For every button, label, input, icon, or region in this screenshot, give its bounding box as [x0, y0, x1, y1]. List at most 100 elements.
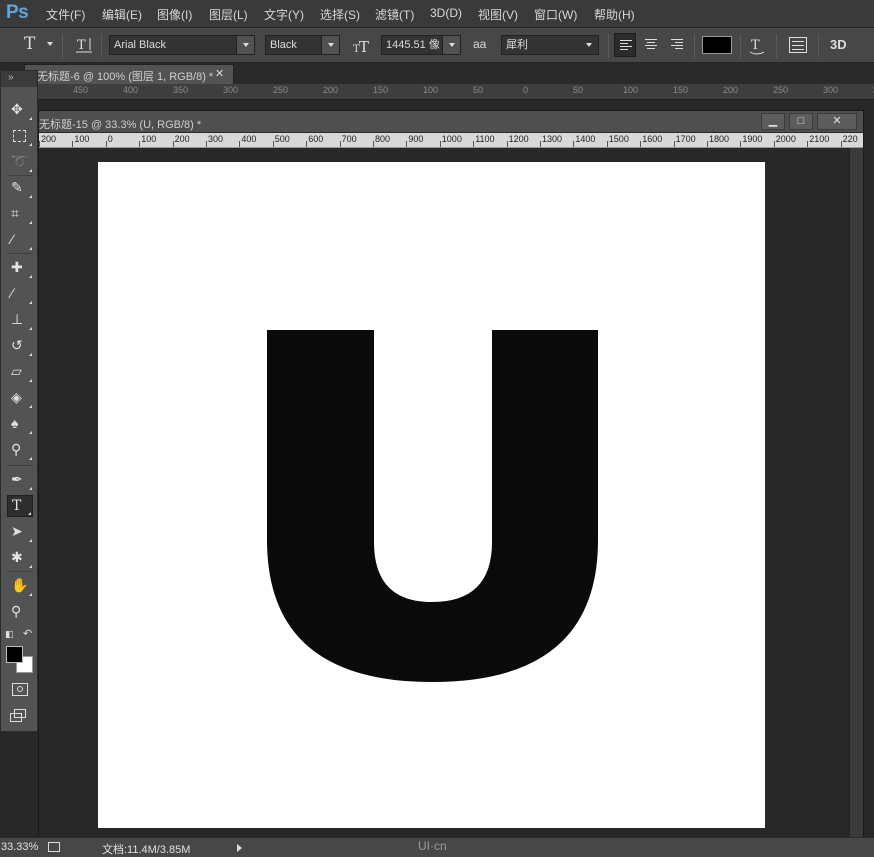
menu-edit[interactable]: 编辑(E): [102, 6, 142, 23]
move-tool[interactable]: ✥: [7, 99, 33, 121]
font-size-icon: TT: [352, 36, 374, 56]
menu-window[interactable]: 窗口(W): [534, 6, 577, 23]
align-center-button[interactable]: [640, 33, 662, 57]
ruler-tick: [840, 141, 842, 147]
healing-brush-tool[interactable]: ✚: [7, 257, 33, 279]
healing-brush-tool-icon: ✚: [11, 259, 23, 275]
ruler-tick: [72, 141, 74, 147]
document-canvas[interactable]: [98, 162, 765, 828]
type-tool[interactable]: T: [7, 495, 33, 517]
clone-stamp-tool-icon: ⊥: [11, 311, 24, 327]
minimize-button[interactable]: ▁: [761, 113, 785, 130]
align-right-icon: [671, 39, 683, 51]
zoom-level[interactable]: 33.33%: [1, 841, 38, 853]
text-orientation-icon[interactable]: T: [74, 35, 94, 55]
crop-tool[interactable]: ⌗: [7, 203, 33, 225]
zoom-tool[interactable]: ⚲: [7, 601, 33, 623]
ruler-label: 1900: [742, 134, 763, 144]
ruler-label: 600: [308, 134, 324, 144]
quick-select-tool[interactable]: ✎: [7, 177, 33, 199]
paint-bucket-tool[interactable]: ◈: [7, 387, 33, 409]
ruler-tick: [673, 141, 675, 147]
dodge-tool[interactable]: ⚲: [7, 439, 33, 461]
quick-mask-icon[interactable]: [12, 683, 28, 696]
warp-text-icon[interactable]: T: [747, 35, 767, 57]
path-select-tool-icon: ➤: [11, 523, 23, 539]
text-color-swatch[interactable]: [702, 36, 732, 54]
custom-shape-tool[interactable]: ✱: [7, 547, 33, 569]
default-colors-icon[interactable]: ◧: [5, 629, 14, 640]
swap-colors-icon[interactable]: ↶: [23, 627, 32, 640]
menu-file[interactable]: 文件(F): [46, 6, 85, 23]
chevron-down-icon: [442, 36, 460, 54]
type-tool-preset-icon[interactable]: T: [24, 34, 35, 54]
menu-help[interactable]: 帮助(H): [594, 6, 635, 23]
menu-layer[interactable]: 图层(L): [209, 6, 248, 23]
3d-button[interactable]: 3D: [830, 37, 847, 52]
document-title-bar[interactable]: 无标题-15 @ 33.3% (U, RGB/8) * ▁ □ ✕: [39, 111, 863, 133]
ruler-tick: [306, 141, 308, 147]
ruler-label: 150: [373, 85, 389, 95]
screen-mode-icon[interactable]: [10, 709, 28, 723]
menu-3d[interactable]: 3D(D): [430, 6, 462, 20]
export-icon[interactable]: [48, 842, 60, 852]
close-icon[interactable]: ✕: [215, 67, 224, 80]
ruler-label: 400: [241, 134, 257, 144]
marquee-tool-icon: [13, 130, 26, 142]
preset-caret-icon[interactable]: [47, 42, 53, 46]
eraser-tool[interactable]: ▱: [7, 361, 33, 383]
horizontal-ruler: 200 100 0 100 200 300 400 500 600 700 800 900 1000 11…: [39, 133, 863, 148]
divider: [608, 34, 609, 58]
status-bar: 33.33% 文档:11.4M/3.85M UI·cn: [0, 837, 874, 857]
antialias-select[interactable]: 犀利: [501, 35, 599, 55]
eyedropper-tool[interactable]: ⁄: [7, 229, 33, 251]
photoshop-logo: Ps: [6, 2, 29, 23]
ruler-label: 1400: [575, 134, 596, 144]
menu-select[interactable]: 选择(S): [320, 6, 360, 23]
vertical-scrollbar[interactable]: [849, 148, 863, 838]
ruler-label: 1500: [608, 134, 629, 144]
font-style-select[interactable]: Black: [265, 35, 340, 55]
align-left-button[interactable]: [614, 33, 636, 57]
tools-panel: » ✥ ➰ ✎ ⌗ ⁄ ✚ ∕ ⊥ ↺ ▱ ◈ ♠ ⚲ ✒ T ➤ ✱ ✋ ⚲ …: [0, 70, 38, 732]
align-right-button[interactable]: [666, 33, 688, 57]
history-brush-tool[interactable]: ↺: [7, 335, 33, 357]
font-family-select[interactable]: Arial Black: [109, 35, 255, 55]
blur-tool[interactable]: ♠: [7, 413, 33, 435]
foreground-color-swatch[interactable]: [6, 646, 23, 663]
menu-filter[interactable]: 滤镜(T): [375, 6, 414, 23]
ruler-tick: [239, 141, 241, 147]
collapse-icon[interactable]: »: [8, 72, 14, 83]
font-size-select[interactable]: 1445.51 像: [381, 35, 461, 55]
ruler-label: 1800: [709, 134, 730, 144]
ruler-tick: [439, 141, 441, 147]
ruler-label: 400: [123, 85, 139, 95]
menu-image[interactable]: 图像(I): [157, 6, 192, 23]
brush-tool[interactable]: ∕: [7, 283, 33, 305]
pen-tool[interactable]: ✒: [7, 469, 33, 491]
move-tool-icon: ✥: [11, 101, 23, 117]
character-panel-icon[interactable]: [789, 37, 807, 53]
maximize-button[interactable]: □: [789, 113, 813, 130]
quick-select-tool-icon: ✎: [11, 179, 23, 195]
hand-tool[interactable]: ✋: [7, 575, 33, 597]
close-button[interactable]: ✕: [817, 113, 857, 130]
tools-panel-header[interactable]: »: [1, 71, 37, 87]
menu-type[interactable]: 文字(Y): [264, 6, 304, 23]
status-menu-arrow-icon[interactable]: [237, 844, 242, 852]
ruler-label: 800: [375, 134, 391, 144]
paint-bucket-tool-icon: ◈: [11, 389, 22, 405]
menu-view[interactable]: 视图(V): [478, 6, 518, 23]
ruler-label: 450: [73, 85, 89, 95]
ruler-label: 1100: [475, 134, 495, 144]
ruler-tick: [807, 141, 809, 147]
clone-stamp-tool[interactable]: ⊥: [7, 309, 33, 331]
divider: [101, 34, 102, 58]
ruler-label: 500: [274, 134, 290, 144]
marquee-tool[interactable]: [7, 125, 33, 147]
path-select-tool[interactable]: ➤: [7, 521, 33, 543]
document-info: 文档:11.4M/3.85M: [102, 844, 191, 856]
lasso-tool[interactable]: ➰: [7, 151, 33, 173]
tab-doc-6[interactable]: 无标题-6 @ 100% (图层 1, RGB/8) * ✕: [24, 64, 234, 84]
eraser-tool-icon: ▱: [11, 363, 22, 379]
